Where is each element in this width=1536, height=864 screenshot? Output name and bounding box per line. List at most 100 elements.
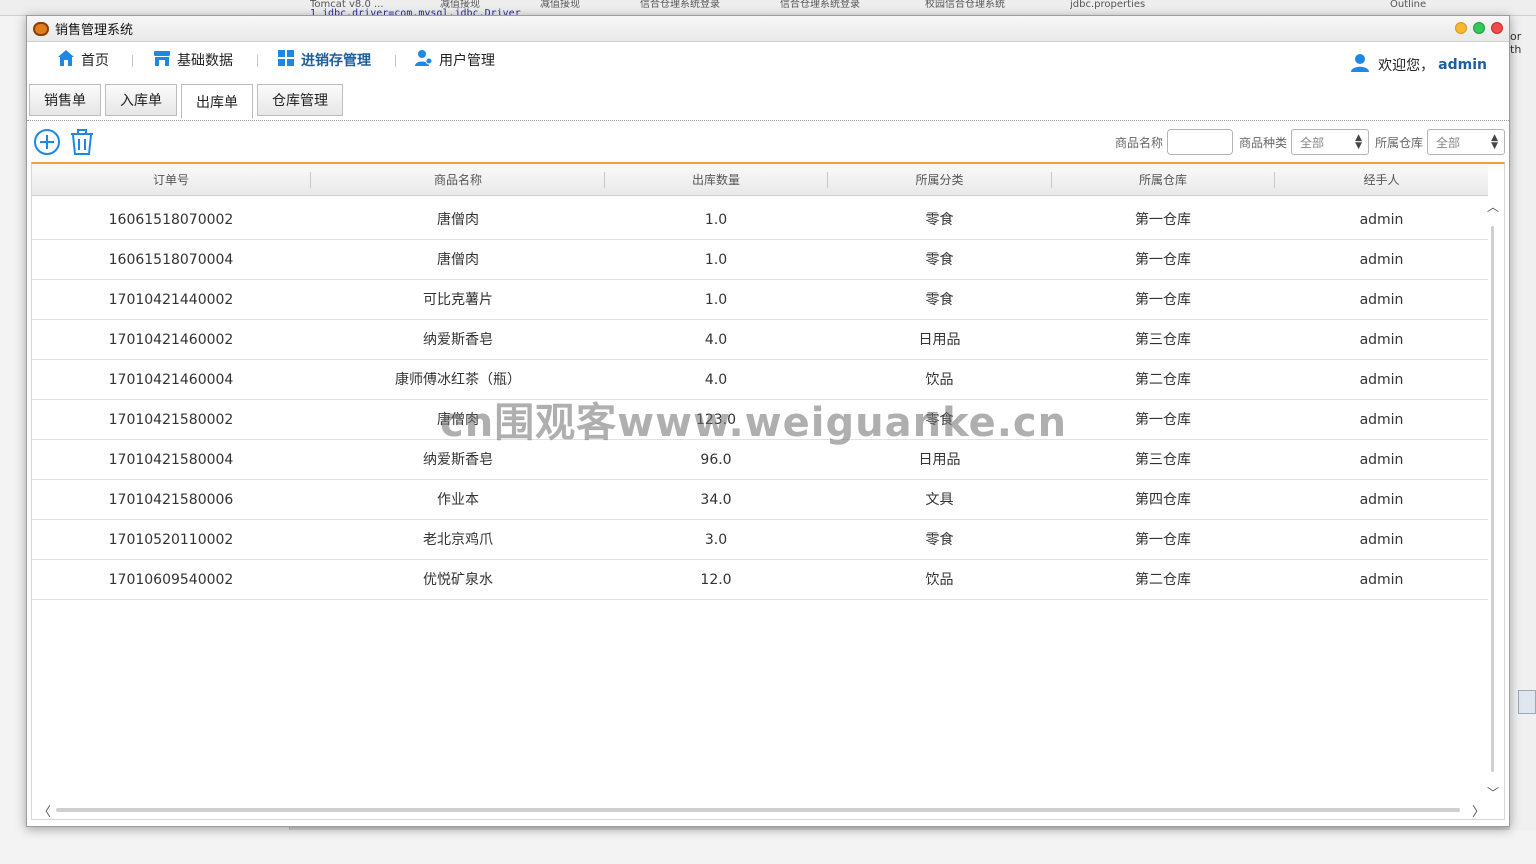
- column-header-warehouse[interactable]: 所属仓库: [1052, 164, 1274, 196]
- ide-tab[interactable]: 减值接现: [540, 0, 620, 10]
- cell-handler: admin: [1359, 452, 1404, 468]
- cell-warehouse: 第一仓库: [1135, 252, 1191, 268]
- table-row[interactable]: 16061518070004 唐僧肉 1.0 零食 第一仓库 admin: [32, 240, 1488, 280]
- cell-handler: admin: [1359, 332, 1404, 348]
- column-header-handler[interactable]: 经手人: [1275, 164, 1488, 196]
- ide-tab[interactable]: 校园信合仓理系统: [925, 0, 1035, 10]
- menu-basic-data[interactable]: 基础数据: [153, 49, 233, 71]
- cell-category: 文具: [925, 492, 954, 508]
- table-header: 订单号 商品名称 出库数量 所属分类 所属仓库 经手人: [32, 164, 1488, 196]
- scroll-right-icon[interactable]: 〉: [1472, 801, 1485, 820]
- category-select[interactable]: 全部 ▲ ▼: [1290, 129, 1369, 155]
- toolbar: 商品名称 商品种类 全部 ▲ ▼ 所属仓库 全部 ▲ ▼: [27, 126, 1509, 162]
- cell-product-name: 优悦矿泉水: [423, 572, 493, 588]
- menu-separator: [257, 55, 258, 67]
- cell-handler: admin: [1359, 372, 1404, 388]
- window-title: 销售管理系统: [55, 23, 134, 38]
- cell-warehouse: 第一仓库: [1135, 532, 1191, 548]
- tab-sales-order[interactable]: 销售单: [29, 84, 101, 116]
- cell-product-name: 唐僧肉: [437, 212, 479, 228]
- minimize-button[interactable]: [1455, 22, 1467, 34]
- menu-home[interactable]: 首页: [57, 49, 109, 71]
- scroll-down-icon[interactable]: ﹀: [1486, 784, 1500, 801]
- vertical-scrollbar[interactable]: ︿ ﹀: [1486, 198, 1500, 801]
- column-header-quantity[interactable]: 出库数量: [605, 164, 827, 196]
- warehouse-select[interactable]: 全部 ▲ ▼: [1427, 129, 1505, 155]
- table-row[interactable]: 17010421440002 可比克薯片 1.0 零食 第一仓库 admin: [32, 280, 1488, 320]
- table-row[interactable]: 16061518070002 唐僧肉 1.0 零食 第一仓库 admin: [32, 200, 1488, 240]
- welcome-text: 欢迎您，: [1378, 58, 1435, 74]
- tab-divider: [27, 120, 1509, 121]
- column-header-product-name[interactable]: 商品名称: [311, 164, 605, 196]
- cell-category: 饮品: [925, 572, 954, 588]
- cell-category: 日用品: [918, 332, 961, 348]
- horizontal-scroll-thumb[interactable]: [56, 808, 1460, 812]
- menu-users[interactable]: 用户管理: [415, 49, 495, 71]
- cell-order-no: 17010520110002: [108, 532, 234, 548]
- menu-separator: [395, 55, 396, 67]
- cell-warehouse: 第一仓库: [1135, 292, 1191, 308]
- main-menu: 首页 基础数据 进销存管理 用户管理 欢迎您， admin: [27, 43, 1509, 77]
- product-name-input[interactable]: [1166, 129, 1233, 155]
- cell-quantity: 1.0: [704, 292, 728, 308]
- table-row[interactable]: 17010520110002 老北京鸡爪 3.0 零食 第一仓库 admin: [32, 520, 1488, 560]
- user-avatar-icon: [1350, 53, 1370, 77]
- cell-handler: admin: [1359, 492, 1404, 508]
- plus-circle-icon[interactable]: [33, 128, 61, 160]
- welcome-username[interactable]: admin: [1438, 57, 1487, 73]
- menu-inventory[interactable]: 进销存管理: [277, 49, 371, 71]
- cell-order-no: 17010421580002: [108, 412, 234, 428]
- cell-order-no: 17010421460004: [108, 372, 234, 388]
- ide-tab[interactable]: Outline: [1390, 0, 1450, 10]
- trash-icon[interactable]: [69, 128, 95, 160]
- ide-side-icon[interactable]: [1518, 690, 1536, 714]
- title-bar[interactable]: 销售管理系统: [27, 16, 1509, 42]
- menu-inventory-label: 进销存管理: [301, 53, 371, 69]
- maximize-button[interactable]: [1473, 22, 1485, 34]
- warehouse-select-value: 全部: [1436, 135, 1461, 150]
- tab-outbound-order[interactable]: 出库单: [181, 84, 253, 119]
- column-header-category[interactable]: 所属分类: [828, 164, 1051, 196]
- spinner-arrows-icon: ▲ ▼: [1491, 133, 1498, 151]
- menu-separator: [132, 55, 133, 67]
- cell-handler: admin: [1359, 252, 1404, 268]
- vertical-scroll-thumb[interactable]: [1491, 226, 1494, 772]
- cell-order-no: 17010421440002: [108, 292, 234, 308]
- cell-product-name: 作业本: [437, 492, 479, 508]
- cell-product-name: 可比克薯片: [423, 292, 493, 308]
- cell-handler: admin: [1359, 292, 1404, 308]
- cell-quantity: 1.0: [704, 212, 728, 228]
- ide-tab[interactable]: 信合仓理系统登录: [780, 0, 890, 10]
- menu-users-label: 用户管理: [439, 53, 495, 69]
- cell-order-no: 17010421580004: [108, 452, 234, 468]
- close-button[interactable]: [1491, 22, 1503, 34]
- scroll-up-icon[interactable]: ︿: [1486, 198, 1500, 215]
- cell-handler: admin: [1359, 212, 1404, 228]
- tab-warehouse-management[interactable]: 仓库管理: [257, 84, 343, 116]
- cell-order-no: 16061518070004: [108, 252, 234, 268]
- ide-tab[interactable]: 信合仓理系统登录: [640, 0, 750, 10]
- cell-handler: admin: [1359, 532, 1404, 548]
- cell-warehouse: 第一仓库: [1135, 212, 1191, 228]
- cell-category: 零食: [925, 532, 954, 548]
- table-row[interactable]: 17010421460002 纳爱斯香皂 4.0 日用品 第三仓库 admin: [32, 320, 1488, 360]
- users-icon: [415, 49, 433, 71]
- cell-quantity: 34.0: [700, 492, 732, 508]
- table-row[interactable]: 17010609540002 优悦矿泉水 12.0 饮品 第二仓库 admin: [32, 560, 1488, 600]
- cell-warehouse: 第三仓库: [1135, 452, 1191, 468]
- horizontal-scrollbar[interactable]: 〈 〉: [32, 801, 1488, 820]
- cell-quantity: 3.0: [704, 532, 728, 548]
- scroll-left-icon[interactable]: 〈: [38, 801, 51, 820]
- cell-product-name: 纳爱斯香皂: [423, 332, 493, 348]
- table-row[interactable]: 17010421580006 作业本 34.0 文具 第四仓库 admin: [32, 480, 1488, 520]
- warehouse-label: 所属仓库: [1374, 135, 1423, 150]
- tab-inbound-order[interactable]: 入库单: [105, 84, 177, 116]
- cell-category: 零食: [925, 212, 954, 228]
- cell-warehouse: 第一仓库: [1135, 412, 1191, 428]
- cell-category: 零食: [925, 292, 954, 308]
- ide-tab[interactable]: jdbc.properties: [1070, 0, 1170, 10]
- category-label: 商品种类: [1238, 135, 1287, 150]
- menu-basic-data-label: 基础数据: [177, 53, 233, 69]
- column-header-order-no[interactable]: 订单号: [32, 164, 310, 196]
- welcome-area: 欢迎您， admin: [1350, 53, 1487, 77]
